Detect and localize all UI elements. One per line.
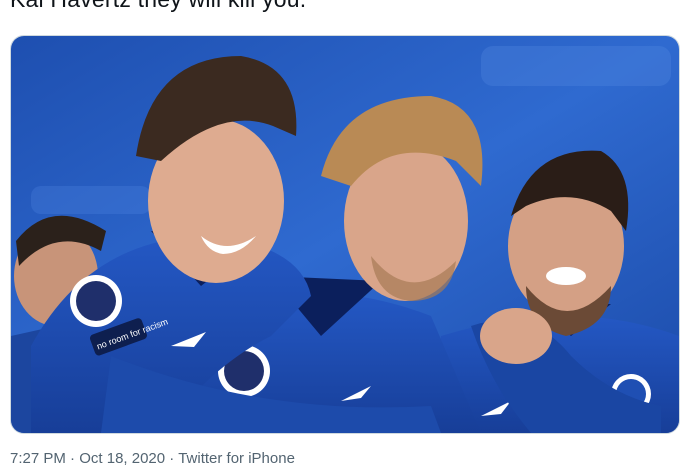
tweet-text: Kai Havertz they will kill you. — [10, 0, 306, 13]
tweet-media-photo[interactable]: no room for racism — [10, 35, 680, 434]
meta-separator-1: · — [65, 450, 80, 467]
tweet-meta: 7:27 PM · Oct 18, 2020 · Twitter for iPh… — [10, 450, 295, 467]
tweet-time[interactable]: 7:27 PM — [10, 450, 66, 467]
meta-separator-2: · — [165, 450, 179, 467]
tweet-source[interactable]: Twitter for iPhone — [178, 450, 295, 467]
tweet-date[interactable]: Oct 18, 2020 — [79, 450, 165, 467]
